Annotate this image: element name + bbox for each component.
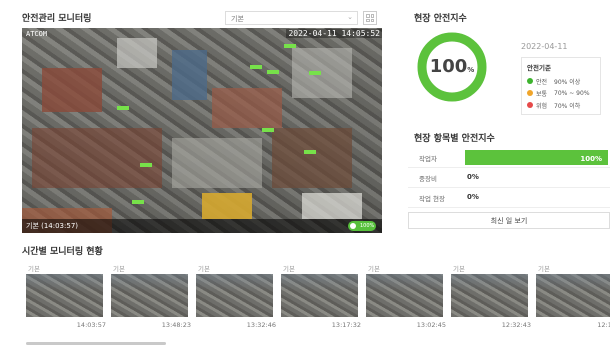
status-pill: 100% — [348, 221, 376, 231]
legend-row: 위험 70% 이하 — [527, 99, 595, 111]
timeline-thumbnail[interactable]: 기본 12:17 — [536, 263, 610, 335]
timeline-thumbnail[interactable]: 기본 13:02:45 — [366, 263, 451, 335]
item-index-bars: 작업자 100% 중장비 0% 작업 현장 0% — [408, 148, 610, 208]
recent-view-button[interactable]: 최신 일 보기 — [408, 212, 610, 229]
legend-dot — [527, 102, 533, 108]
item-row: 작업자 100% — [408, 148, 610, 168]
thumbnail-image[interactable] — [196, 274, 273, 317]
item-row: 중장비 0% — [408, 168, 610, 188]
item-label: 작업 현장 — [419, 195, 445, 203]
camera-select[interactable]: 기본 ⌄ — [225, 11, 358, 25]
legend-dot — [527, 78, 533, 84]
legend-range: 70% ~ 90% — [554, 89, 590, 97]
grid-view-icon[interactable] — [363, 11, 377, 25]
thumbnail-label: 기본 — [113, 265, 125, 273]
feed-footer: 기본 (14:03:57) — [22, 219, 382, 233]
item-label: 중장비 — [419, 175, 437, 183]
legend-title: 안전기준 — [527, 64, 551, 72]
thumbnail-image[interactable] — [281, 274, 358, 317]
feed-timestamp: 2022-04-11 14:05:52 — [286, 29, 382, 38]
camera-select-value: 기본 — [231, 15, 244, 23]
item-index-title: 현장 항목별 안전지수 — [414, 134, 495, 144]
timeline-thumbnail[interactable]: 기본 13:48:23 — [111, 263, 196, 335]
timeline-thumbnail[interactable]: 기본 12:32:43 — [451, 263, 536, 335]
camera-feed[interactable]: ATCOM 2022-04-11 14:05:52 기본 (14:03:57) … — [22, 28, 382, 233]
thumbnail-time: 12:17 — [597, 321, 610, 329]
timeline-panel: 시간별 모니터링 현황 기본 14:03:57 기본 13:48:23 기본 1… — [20, 244, 610, 347]
gauge-score: 100% — [429, 56, 475, 77]
timeline-thumbnail[interactable]: 기본 14:03:57 — [26, 263, 111, 335]
item-bar-fill: 100% — [465, 150, 608, 165]
thumbnail-time: 13:32:46 — [246, 321, 276, 329]
timeline-title: 시간별 모니터링 현황 — [22, 247, 103, 257]
thumbnail-label: 기본 — [283, 265, 295, 273]
safety-index-panel: 현장 안전지수 100% 2022-04-11 안전기준 안전 90% 이상 보… — [408, 4, 610, 232]
worker-detection-tag — [140, 163, 152, 167]
thumbnail-image[interactable] — [536, 274, 610, 317]
index-date: 2022-04-11 — [521, 42, 568, 51]
worker-detection-tag — [304, 150, 316, 154]
thumbnail-label: 기본 — [198, 265, 210, 273]
chevron-down-icon: ⌄ — [347, 13, 353, 21]
safety-legend: 안전기준 안전 90% 이상 보통 70% ~ 90% 위험 70% 이하 — [521, 57, 601, 115]
monitoring-panel: 안전관리 모니터링 기본 ⌄ ATCOM 2022-04-11 14:05:52… — [20, 4, 384, 233]
thumbnail-image[interactable] — [111, 274, 188, 317]
legend-name: 보통 — [536, 90, 548, 98]
camera-label: ATCOM — [26, 30, 48, 38]
item-label: 작업자 — [419, 155, 437, 163]
safety-index-title: 현장 안전지수 — [414, 14, 467, 24]
legend-range: 90% 이상 — [554, 78, 581, 86]
item-row: 작업 현장 0% — [408, 188, 610, 208]
thumbnail-image[interactable] — [366, 274, 443, 317]
thumbnail-strip: 기본 14:03:57 기본 13:48:23 기본 13:32:46 기본 1… — [26, 263, 610, 335]
thumbnail-image[interactable] — [451, 274, 528, 317]
worker-detection-tag — [284, 44, 296, 48]
legend-name: 안전 — [536, 78, 548, 86]
monitoring-title: 안전관리 모니터링 — [22, 14, 92, 24]
legend-name: 위험 — [536, 102, 548, 110]
item-value: 0% — [467, 193, 479, 201]
worker-detection-tag — [250, 65, 262, 69]
thumbnail-label: 기본 — [368, 265, 380, 273]
thumbnail-label: 기본 — [538, 265, 550, 273]
safety-gauge: 100% — [416, 31, 488, 103]
legend-row: 보통 70% ~ 90% — [527, 87, 595, 99]
thumbnail-time: 13:02:45 — [416, 321, 446, 329]
timeline-thumbnail[interactable]: 기본 13:32:46 — [196, 263, 281, 335]
legend-range: 70% 이하 — [554, 102, 581, 110]
thumbnail-time: 14:03:57 — [76, 321, 106, 329]
timeline-thumbnail[interactable]: 기본 13:17:32 — [281, 263, 366, 335]
thumbnail-label: 기본 — [453, 265, 465, 273]
worker-detection-tag — [117, 106, 129, 110]
horizontal-scrollbar[interactable] — [26, 342, 166, 345]
worker-detection-tag — [262, 128, 274, 132]
worker-detection-tag — [132, 200, 144, 204]
legend-dot — [527, 90, 533, 96]
thumbnail-label: 기본 — [28, 265, 40, 273]
worker-detection-tag — [267, 70, 279, 74]
thumbnail-image[interactable] — [26, 274, 103, 317]
worker-detection-tag — [309, 71, 321, 75]
thumbnail-time: 12:32:43 — [501, 321, 531, 329]
feed-footer-label: 기본 (14:03:57) — [26, 222, 79, 230]
thumbnail-time: 13:17:32 — [331, 321, 361, 329]
item-value: 100% — [580, 155, 602, 163]
legend-row: 안전 90% 이상 — [527, 75, 595, 87]
item-value: 0% — [467, 173, 479, 181]
thumbnail-time: 13:48:23 — [161, 321, 191, 329]
